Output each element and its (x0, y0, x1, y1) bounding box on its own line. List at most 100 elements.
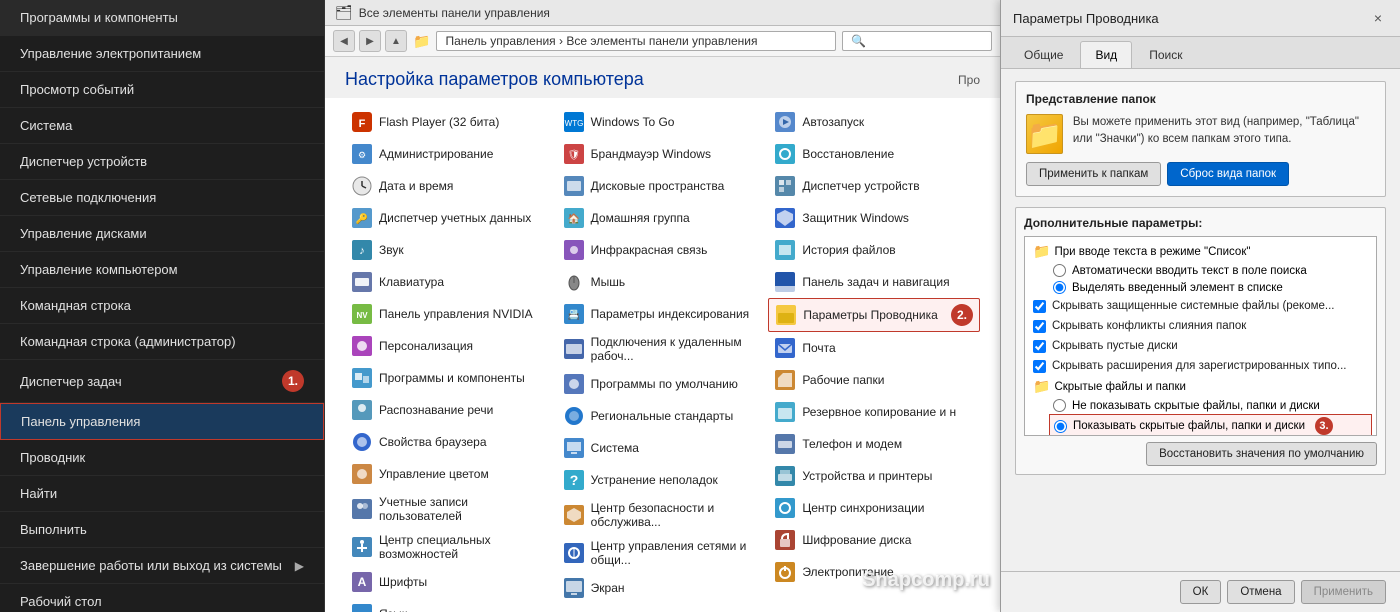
item-credentials[interactable]: 🔑 Диспетчер учетных данных (345, 202, 557, 234)
item-firewall[interactable]: 🛡 Брандмауэр Windows (557, 138, 769, 170)
radio-input-2[interactable] (1053, 281, 1066, 294)
reset-view-button[interactable]: Сброс вида папок (1167, 162, 1289, 186)
sidebar-label-cmd-admin: Командная строка (администратор) (20, 334, 236, 349)
sidebar-item-system[interactable]: Система (0, 108, 324, 144)
sidebar-item-desktop[interactable]: Рабочий стол (0, 584, 324, 612)
param-list[interactable]: 📁 При вводе текста в режиме "Список" Авт… (1024, 236, 1377, 436)
search-box[interactable]: 🔍 (842, 31, 992, 51)
item-filehistory[interactable]: История файлов (768, 234, 980, 266)
param-radio-3-label: Не показывать скрытые файлы, папки и дис… (1072, 400, 1320, 412)
sidebar-item-devices[interactable]: Диспетчер устройств (0, 144, 324, 180)
item-wtg[interactable]: WTG Windows To Go (557, 106, 769, 138)
item-netcenter[interactable]: Центр управления сетями и общи... (557, 534, 769, 572)
item-accessibility[interactable]: Центр специальных возможностей (345, 528, 557, 566)
address-bar: ◀ ▶ ▲ 📁 Панель управления › Все элементы… (325, 26, 1000, 57)
sidebar-item-shutdown[interactable]: Завершение работы или выход из системы ▶ (0, 548, 324, 584)
sidebar-item-controlpanel[interactable]: Панель управления (0, 403, 324, 440)
checkbox-1[interactable] (1033, 300, 1046, 313)
item-backup[interactable]: Резервное копирование и н (768, 396, 980, 428)
param-radio-4[interactable]: Показывать скрытые файлы, папки и диски … (1049, 414, 1372, 436)
item-remote[interactable]: Подключения к удаленным рабоч... (557, 330, 769, 368)
item-language[interactable]: язык Язык (345, 598, 557, 612)
apply-to-folders-button[interactable]: Применить к папкам (1026, 162, 1161, 186)
sidebar-item-search[interactable]: Найти (0, 476, 324, 512)
item-defender[interactable]: Защитник Windows (768, 202, 980, 234)
item-browser[interactable]: Свойства браузера (345, 426, 557, 458)
item-programs2[interactable]: Программы и компоненты (345, 362, 557, 394)
item-nvidia[interactable]: NV Панель управления NVIDIA (345, 298, 557, 330)
item-modem[interactable]: Телефон и модем (768, 428, 980, 460)
item-sync[interactable]: Центр синхронизации (768, 492, 980, 524)
item-workfolders[interactable]: Рабочие папки (768, 364, 980, 396)
item-users[interactable]: Учетные записи пользователей (345, 490, 557, 528)
ok-button[interactable]: ОК (1180, 580, 1222, 604)
tab-view[interactable]: Вид (1080, 41, 1132, 68)
apply-button[interactable]: Применить (1301, 580, 1386, 604)
sidebar-item-power[interactable]: Управление электропитанием (0, 36, 324, 72)
item-troubleshoot[interactable]: ? Устранение неполадок (557, 464, 769, 496)
item-security[interactable]: Центр безопасности и обслужива... (557, 496, 769, 534)
item-color[interactable]: Управление цветом (345, 458, 557, 490)
forward-button[interactable]: ▶ (359, 30, 381, 52)
up-button[interactable]: ▲ (385, 30, 407, 52)
item-restore[interactable]: Восстановление (768, 138, 980, 170)
param-cb-3[interactable]: Скрывать пустые диски (1029, 336, 1372, 356)
item-explorer-opts[interactable]: Параметры Проводника 2. (768, 298, 980, 332)
sidebar-item-cmd-admin[interactable]: Командная строка (администратор) (0, 324, 324, 360)
param-cb-4[interactable]: Скрывать расширения для зарегистрированн… (1029, 356, 1372, 376)
tab-general[interactable]: Общие (1009, 41, 1078, 68)
sidebar-item-events[interactable]: Просмотр событий (0, 72, 324, 108)
sidebar-item-run[interactable]: Выполнить (0, 512, 324, 548)
item-diskspace[interactable]: Дисковые пространства (557, 170, 769, 202)
checkbox-3[interactable] (1033, 340, 1046, 353)
item-mouse[interactable]: Мышь (557, 266, 769, 298)
tab-search[interactable]: Поиск (1134, 41, 1197, 68)
radio-input-4[interactable] (1054, 420, 1067, 433)
sidebar-item-network[interactable]: Сетевые подключения (0, 180, 324, 216)
item-infrared[interactable]: Инфракрасная связь (557, 234, 769, 266)
item-taskbar[interactable]: Панель задач и навигация (768, 266, 980, 298)
power2-icon (774, 561, 796, 583)
radio-input-3[interactable] (1053, 399, 1066, 412)
item-encrypt[interactable]: Шифрование диска (768, 524, 980, 556)
sidebar-item-explorer[interactable]: Проводник (0, 440, 324, 476)
item-printers[interactable]: Устройства и принтеры (768, 460, 980, 492)
item-system2[interactable]: Система (557, 432, 769, 464)
item-datetime[interactable]: Дата и время (345, 170, 557, 202)
item-admin[interactable]: ⚙ Администрирование (345, 138, 557, 170)
address-path[interactable]: Панель управления › Все элементы панели … (436, 31, 836, 51)
sidebar-item-programs[interactable]: Программы и компоненты (0, 0, 324, 36)
param-cb-2[interactable]: Скрывать конфликты слияния папок (1029, 316, 1372, 336)
sidebar-item-compmgmt[interactable]: Управление компьютером (0, 252, 324, 288)
item-display[interactable]: Экран (557, 572, 769, 604)
sidebar-item-taskmgr[interactable]: Диспетчер задач 1. (0, 360, 324, 403)
item-flash[interactable]: F Flash Player (32 бита) (345, 106, 557, 138)
param-radio-3[interactable]: Не показывать скрытые файлы, папки и дис… (1049, 397, 1372, 414)
param-radio-1[interactable]: Автоматически вводить текст в поле поиск… (1049, 262, 1372, 279)
item-defaults[interactable]: Программы по умолчанию (557, 368, 769, 400)
item-mail[interactable]: Почта (768, 332, 980, 364)
restore-defaults-button[interactable]: Восстановить значения по умолчанию (1146, 442, 1377, 466)
item-sound[interactable]: ♪ Звук (345, 234, 557, 266)
items-grid: F Flash Player (32 бита) ⚙ Администриров… (325, 98, 1000, 612)
item-speech[interactable]: Распознавание речи (345, 394, 557, 426)
sidebar-item-diskmgmt[interactable]: Управление дисками (0, 216, 324, 252)
item-indexing[interactable]: 📇 Параметры индексирования (557, 298, 769, 330)
sidebar-item-cmd[interactable]: Командная строка (0, 288, 324, 324)
item-autorun[interactable]: Автозапуск (768, 106, 980, 138)
item-region[interactable]: Региональные стандарты (557, 400, 769, 432)
item-homegroup[interactable]: 🏠 Домашняя группа (557, 202, 769, 234)
param-radio-2[interactable]: Выделять введенный элемент в списке (1049, 279, 1372, 296)
item-fonts[interactable]: A Шрифты (345, 566, 557, 598)
checkbox-4[interactable] (1033, 360, 1046, 373)
close-button[interactable]: × (1368, 8, 1388, 28)
param-cb-1[interactable]: Скрывать защищенные системные файлы (рек… (1029, 296, 1372, 316)
item-power2[interactable]: Электропитание (768, 556, 980, 588)
radio-input-1[interactable] (1053, 264, 1066, 277)
checkbox-2[interactable] (1033, 320, 1046, 333)
item-keyboard[interactable]: Клавиатура (345, 266, 557, 298)
back-button[interactable]: ◀ (333, 30, 355, 52)
item-personalize[interactable]: Персонализация (345, 330, 557, 362)
cancel-button[interactable]: Отмена (1227, 580, 1294, 604)
item-devmgr[interactable]: Диспетчер устройств (768, 170, 980, 202)
